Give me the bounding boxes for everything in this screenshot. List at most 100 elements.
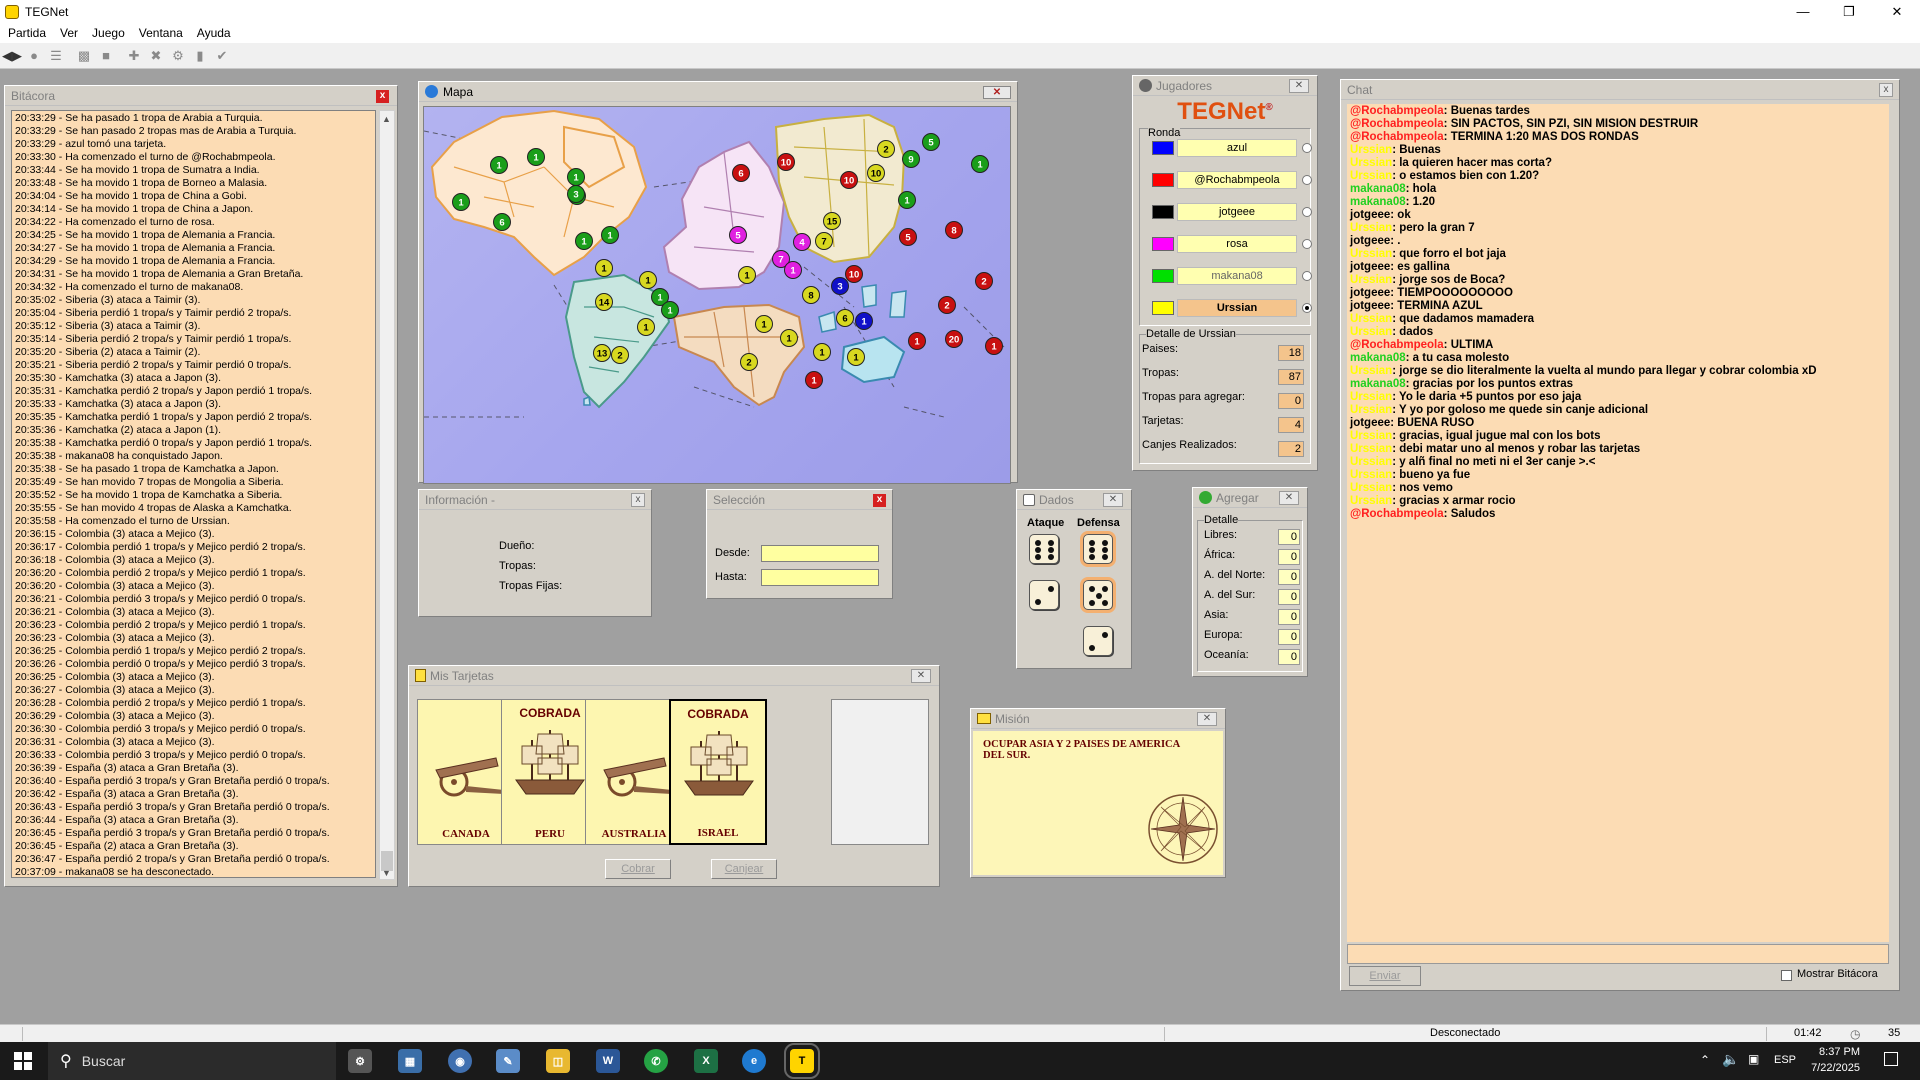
connect-icon[interactable]: ◀▶ — [2, 46, 22, 66]
log-line: 20:36:23 - Colombia (3) ataca a Mejico (… — [15, 632, 215, 644]
world-map[interactable]: 1161111111361057411157103611010295115822… — [423, 106, 1011, 484]
agregar-value[interactable]: 0 — [1278, 629, 1300, 645]
dados-panel: Dados ✕ Ataque Defensa — [1016, 489, 1132, 669]
stop-icon[interactable]: ■ — [96, 46, 116, 66]
map-svg[interactable]: 1161111111361057411157103611010295115822… — [424, 107, 1011, 484]
taskbar-date[interactable]: 7/22/2025 — [1806, 1062, 1860, 1074]
chat-message: Urssian: nos vemo — [1350, 482, 1453, 494]
agregar-value[interactable]: 0 — [1278, 529, 1300, 545]
player-turn-radio[interactable] — [1302, 175, 1312, 185]
excel-icon[interactable]: X — [694, 1049, 718, 1073]
close-button[interactable]: ✕ — [1874, 0, 1920, 23]
player-row[interactable]: @Rochabmpeola — [1152, 171, 1312, 189]
window-icon[interactable]: ▩ — [74, 46, 94, 66]
hasta-field[interactable] — [761, 569, 879, 586]
edge-icon[interactable]: e — [742, 1049, 766, 1073]
detalle-label: Tropas: — [1142, 367, 1179, 379]
check-icon[interactable]: ✔ — [212, 46, 232, 66]
windows-start-icon[interactable] — [14, 1052, 32, 1070]
chat-message: Urssian: jorge sos de Boca? — [1350, 274, 1506, 286]
players-icon — [1139, 79, 1152, 92]
card-icon[interactable]: ▮ — [190, 46, 210, 66]
agregar-value[interactable]: 0 — [1278, 609, 1300, 625]
mision-close-button[interactable]: ✕ — [1197, 712, 1217, 726]
file-explorer-icon[interactable]: ◫ — [546, 1049, 570, 1073]
log-line: 20:33:29 - azul tomó una tarjeta. — [15, 138, 167, 150]
network-icon[interactable]: ▣ — [1748, 1052, 1759, 1066]
notification-icon[interactable] — [1884, 1052, 1898, 1066]
taskbar-search[interactable]: ⚲ Buscar — [48, 1042, 336, 1080]
chat-username: Urssian — [1350, 469, 1393, 481]
player-row[interactable]: jotgeee — [1152, 203, 1312, 221]
tray-chevron-icon[interactable]: ⌃ — [1700, 1053, 1710, 1067]
player-turn-radio[interactable] — [1302, 143, 1312, 153]
tegnet-taskbar-icon[interactable]: T — [784, 1043, 820, 1079]
seleccion-close-button[interactable]: x — [873, 494, 886, 507]
menu-ver[interactable]: Ver — [60, 26, 78, 40]
cobrar-button[interactable]: Cobrar — [605, 859, 671, 879]
notepad-icon[interactable]: ✎ — [496, 1049, 520, 1073]
scroll-up-icon[interactable]: ▲ — [382, 114, 391, 124]
log-line: 20:36:30 - Colombia perdió 3 tropa/s y M… — [15, 723, 306, 735]
country-card[interactable]: COBRADA ISRAEL — [669, 699, 767, 845]
chat-username: Urssian — [1350, 222, 1393, 234]
minimize-button[interactable]: — — [1780, 0, 1826, 23]
menu-juego[interactable]: Juego — [92, 26, 125, 40]
bitacora-scrollbar[interactable]: ▲ ▼ — [379, 110, 395, 880]
agregar-value[interactable]: 0 — [1278, 589, 1300, 605]
agregar-close-button[interactable]: ✕ — [1279, 491, 1299, 505]
chat-log[interactable]: @Rochabmpeola: Buenas tardes @Rochabmpeol… — [1347, 104, 1889, 942]
tarjetas-close-button[interactable]: ✕ — [911, 669, 931, 683]
language-indicator[interactable]: ESP — [1774, 1054, 1796, 1066]
player-row[interactable]: azul — [1152, 139, 1312, 157]
chat-input[interactable] — [1347, 944, 1889, 964]
taskbar-app-icon-3[interactable]: ◉ — [448, 1049, 472, 1073]
scroll-down-icon[interactable]: ▼ — [382, 868, 391, 878]
mostrar-bitacora-checkbox[interactable] — [1781, 970, 1792, 981]
agregar-value[interactable]: 0 — [1278, 649, 1300, 665]
chat-close-button[interactable]: x — [1879, 83, 1893, 97]
dados-close-button[interactable]: ✕ — [1103, 493, 1123, 507]
disconnect-icon[interactable]: ● — [24, 46, 44, 66]
log-line: 20:33:30 - Ha comenzado el turno de @Roc… — [15, 151, 276, 163]
informacion-close-button[interactable]: x — [631, 493, 645, 507]
army-count: 2 — [981, 277, 986, 288]
canjear-button[interactable]: Canjear — [711, 859, 777, 879]
volume-icon[interactable]: 🔈 — [1722, 1051, 1739, 1068]
tropas-fijas-label: Tropas Fijas: — [499, 580, 563, 592]
whatsapp-icon[interactable]: ✆ — [644, 1049, 668, 1073]
desde-field[interactable] — [761, 545, 879, 562]
player-turn-radio[interactable] — [1302, 207, 1312, 217]
player-row[interactable]: makana08 — [1152, 267, 1312, 285]
calculator-icon[interactable]: ▦ — [398, 1049, 422, 1073]
agregar-value[interactable]: 0 — [1278, 569, 1300, 585]
gear-icon[interactable]: ⚙ — [168, 46, 188, 66]
player-row[interactable]: rosa — [1152, 235, 1312, 253]
agregar-value[interactable]: 0 — [1278, 549, 1300, 565]
taskbar-time[interactable]: 8:37 PM — [1818, 1046, 1860, 1058]
log-line: 20:36:33 - Colombia perdió 3 tropa/s y M… — [15, 749, 306, 761]
menu-partida[interactable]: Partida — [8, 26, 46, 40]
bitacora-close-button[interactable]: x — [376, 90, 389, 103]
menu-ventana[interactable]: Ventana — [139, 26, 183, 40]
enviar-button[interactable]: Enviar — [1349, 966, 1421, 986]
bitacora-log[interactable]: 20:33:29 - Se ha pasado 1 tropa de Arabi… — [11, 110, 376, 878]
jugadores-close-button[interactable]: ✕ — [1289, 79, 1309, 93]
add-icon[interactable]: ✚ — [124, 46, 144, 66]
menu-ayuda[interactable]: Ayuda — [197, 26, 231, 40]
player-turn-radio[interactable] — [1302, 303, 1312, 313]
maximize-button[interactable]: ❐ — [1826, 0, 1872, 23]
defense-die-2 — [1080, 577, 1116, 613]
player-row[interactable]: Urssian — [1152, 299, 1312, 317]
word-icon[interactable]: W — [596, 1049, 620, 1073]
player-turn-radio[interactable] — [1302, 239, 1312, 249]
attack-icon[interactable]: ✖ — [146, 46, 166, 66]
chat-text: debi matar uno al menos y robar las tarj… — [1399, 443, 1641, 455]
chat-username: jotgeee — [1350, 209, 1391, 221]
player-turn-radio[interactable] — [1302, 271, 1312, 281]
chat-username: makana08 — [1350, 352, 1406, 364]
list-icon[interactable]: ☰ — [46, 46, 66, 66]
player-color-swatch — [1152, 173, 1174, 187]
mapa-close-button[interactable]: ✕ — [983, 86, 1011, 99]
taskbar-app-icon-1[interactable]: ⚙ — [348, 1049, 372, 1073]
